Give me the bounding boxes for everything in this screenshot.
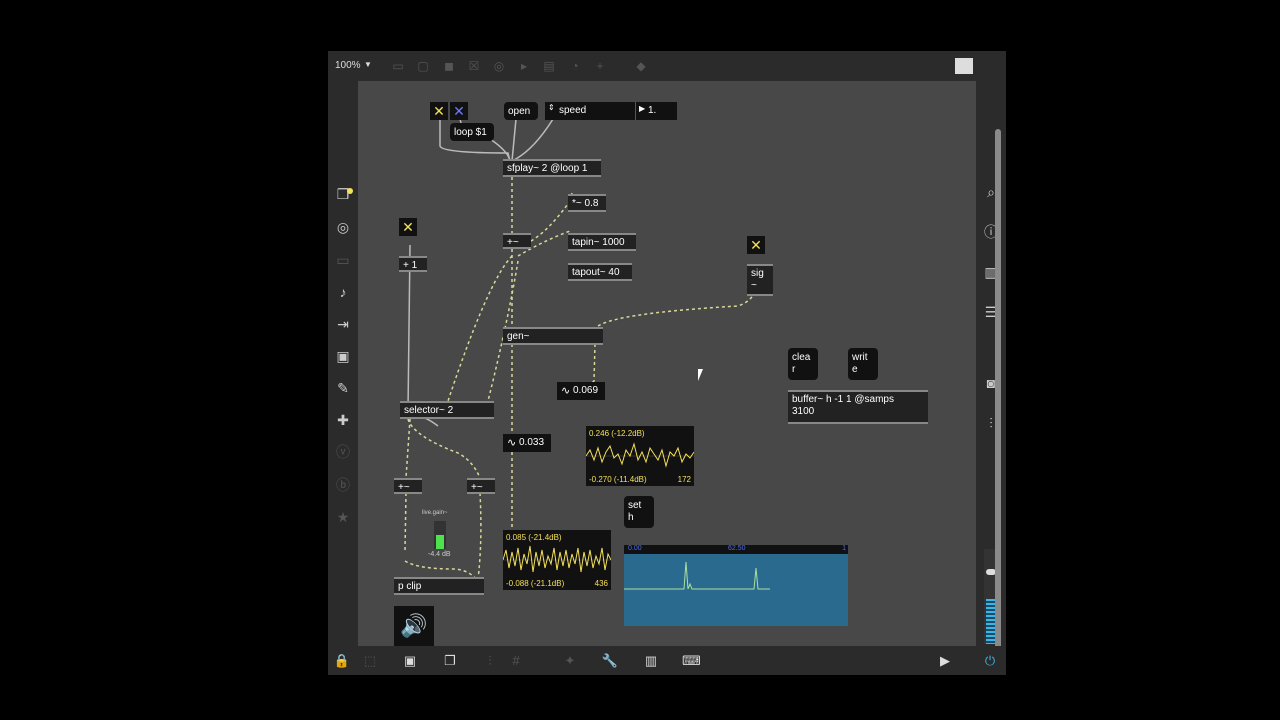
oscilloscope-2[interactable]: 0.085 (-21.4dB) -0.088 (-21.1dB) 436: [503, 530, 611, 590]
button-object-icon[interactable]: ◎: [492, 59, 506, 73]
piano-icon[interactable]: ▥: [642, 652, 660, 670]
top-toolbar: 100% ▼ ▭ ▢ ◼ ☒ ◎ ▸ ▤ ◔ + ◆: [328, 51, 1006, 81]
mouse-cursor: [698, 369, 703, 381]
waveform-trace: [624, 561, 770, 590]
v-icon[interactable]: ⓥ: [334, 443, 352, 461]
notification-dot: [347, 188, 353, 194]
ruler-mid: 62.50: [728, 545, 746, 552]
ruler-start: 0.00: [628, 545, 642, 552]
live-gain-label: live.gain~: [422, 510, 448, 516]
buffer-object[interactable]: buffer~ h -1 1 @samps 3100: [788, 390, 928, 424]
new-message-icon[interactable]: ▢: [416, 59, 430, 73]
gen-object[interactable]: gen~: [503, 327, 603, 345]
vertical-scrollbar[interactable]: [995, 129, 1001, 674]
open-message[interactable]: open: [504, 102, 538, 120]
comment-icon[interactable]: ◼: [442, 59, 456, 73]
sig-toggle[interactable]: ✕: [747, 236, 765, 254]
multiply-object[interactable]: *~ 0.8: [568, 194, 606, 212]
selector-object[interactable]: selector~ 2: [400, 401, 494, 419]
plus-one-object[interactable]: + 1: [399, 256, 427, 272]
left-sidebar: ❒ ◎ ▭ ♪ ⇥ ▣ ✎ ✚ ⓥ ⓑ ★: [328, 81, 358, 646]
edit-icon[interactable]: ⬚: [361, 652, 379, 670]
sig-object[interactable]: sig ~: [747, 264, 773, 296]
signal-wave-icon: ∿: [507, 437, 517, 449]
align-icon[interactable]: ⫶: [481, 652, 499, 670]
bottom-toolbar: 🔒 ⬚ ▣ ❐ ⫶ # ✦ 🔧 ▥ ⌨ ▶ ⏻: [328, 646, 1006, 675]
lock-icon[interactable]: 🔒: [333, 652, 351, 670]
oscilloscope-1[interactable]: 0.246 (-12.2dB) -0.270 (-11.4dB) 172: [586, 426, 694, 486]
tapin-object[interactable]: tapin~ 1000: [568, 233, 636, 251]
power-icon[interactable]: ⏻: [981, 652, 999, 670]
signal-wave-icon: ∿: [561, 385, 571, 397]
scope-1-bottom-label: -0.270 (-11.4dB): [589, 475, 647, 484]
new-object-icon[interactable]: ▭: [391, 59, 405, 73]
speaker-icon[interactable]: 🔊: [394, 606, 434, 646]
updown-arrows-icon: ⇕: [548, 103, 555, 112]
right-sidebar: ⌕ ⓘ ▥ ☰ ◙ ⫶: [976, 81, 1006, 646]
waveform-ruler[interactable]: 0.00 62.50 1: [624, 545, 848, 554]
tapout-object[interactable]: tapout~ 40: [568, 263, 632, 281]
number-object-icon[interactable]: ▸: [517, 59, 531, 73]
plus-signal-left[interactable]: +~: [394, 478, 422, 494]
target-icon[interactable]: ◎: [334, 218, 352, 236]
scope-2-count: 436: [594, 579, 608, 588]
play-icon[interactable]: ▶: [936, 652, 954, 670]
image-icon[interactable]: ▣: [334, 347, 352, 365]
selector-toggle[interactable]: ✕: [399, 218, 417, 236]
windows-icon[interactable]: ❐: [441, 652, 459, 670]
scope-1-count: 172: [677, 475, 691, 484]
p-clip-subpatcher[interactable]: p clip: [394, 577, 484, 595]
sfplay-object[interactable]: sfplay~ 2 @loop 1: [503, 159, 601, 177]
set-message[interactable]: set h: [624, 496, 654, 528]
loop-toggle-blue[interactable]: ✕: [450, 102, 468, 120]
keyboard-icon[interactable]: ⌨: [682, 652, 701, 670]
grid-icon[interactable]: #: [507, 652, 525, 670]
triangle-icon: ▶: [639, 104, 646, 113]
scope-1-top-label: 0.246 (-12.2dB): [589, 429, 645, 438]
live-gain-slider[interactable]: [434, 521, 446, 549]
b-icon[interactable]: ⓑ: [334, 476, 352, 494]
speed-menu[interactable]: speed: [545, 102, 635, 120]
snap-icon[interactable]: ✦: [561, 652, 579, 670]
loop-message[interactable]: loop $1: [450, 123, 494, 141]
clear-message[interactable]: clea r: [788, 348, 818, 380]
scope-2-top-label: 0.085 (-21.4dB): [506, 533, 562, 542]
music-note-icon[interactable]: ♪: [334, 283, 352, 301]
max-patcher-window: 100% ▼ ▭ ▢ ◼ ☒ ◎ ▸ ▤ ◔ + ◆ ❒ ◎ ▭ ♪ ⇥ ▣ ✎…: [328, 51, 1006, 675]
paint-icon[interactable]: ◆: [634, 59, 648, 73]
grid-view-icon[interactable]: [955, 58, 973, 74]
add-object-icon[interactable]: +: [593, 59, 607, 73]
wrench-icon[interactable]: 🔧: [601, 652, 619, 670]
loop-toggle[interactable]: ✕: [430, 102, 448, 120]
live-gain-value: -4.4 dB: [428, 551, 451, 558]
toggle-object-icon[interactable]: ☒: [467, 59, 481, 73]
slider-object-icon[interactable]: ▤: [542, 59, 556, 73]
plus-signal-right[interactable]: +~: [467, 478, 495, 494]
write-message[interactable]: writ e: [848, 348, 878, 380]
zoom-level[interactable]: 100%: [335, 60, 361, 71]
patcher-canvas[interactable]: ✕ ✕ loop $1 open speed ⇕ 1. ▶ sfplay~ 2 …: [358, 81, 1001, 674]
paperclip-icon[interactable]: ✎: [334, 379, 352, 397]
star-icon[interactable]: ★: [334, 508, 352, 526]
plug-icon[interactable]: ✚: [334, 411, 352, 429]
dial-object-icon[interactable]: ◔: [568, 59, 582, 73]
presentation-mode-icon[interactable]: ▣: [401, 652, 419, 670]
plus-signal-object[interactable]: +~: [503, 233, 531, 249]
waveform-display[interactable]: 0.00 62.50 1: [624, 545, 848, 626]
ruler-end: 1: [842, 545, 846, 552]
zoom-chevron-icon[interactable]: ▼: [364, 60, 372, 69]
step-icon[interactable]: ⇥: [334, 315, 352, 333]
scope-2-bottom-label: -0.088 (-21.1dB): [506, 579, 565, 588]
presentation-icon[interactable]: ▭: [334, 251, 352, 269]
